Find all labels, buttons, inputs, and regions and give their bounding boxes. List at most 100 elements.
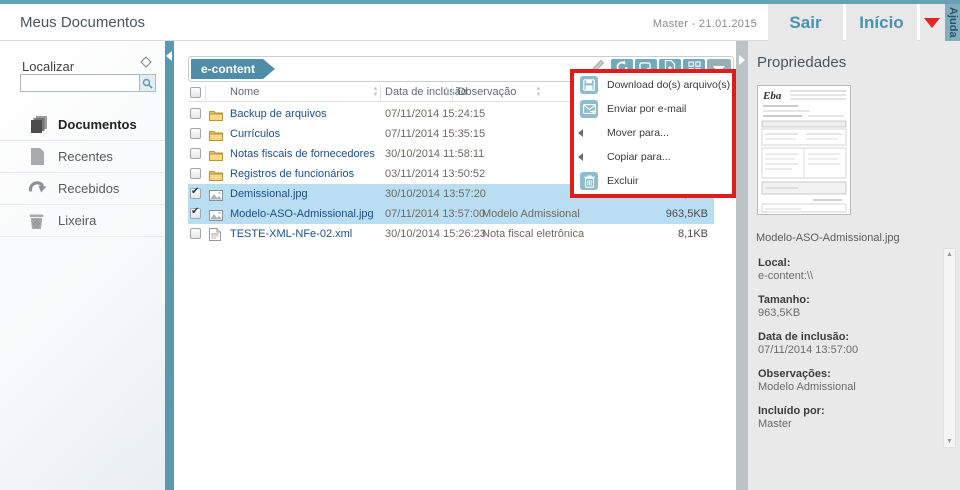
sidebar-item-label: Documentos (58, 109, 137, 141)
select-all-checkbox[interactable] (190, 87, 201, 98)
file-name-cell[interactable]: Modelo-ASO-Admissional.jpg (230, 204, 374, 224)
file-name-cell[interactable]: Registros de funcionários (230, 164, 354, 184)
property-value: 963,5KB (758, 307, 928, 319)
panel-divider[interactable] (736, 41, 748, 490)
property-label: Incluído por: (758, 405, 928, 418)
scroll-down-icon[interactable]: ▼ (944, 438, 955, 445)
checkmark-icon: ✔ (191, 186, 199, 197)
properties-filename: Modelo-ASO-Admissional.jpg (756, 232, 900, 244)
property-label: Data de inclusão: (758, 331, 928, 344)
file-date-cell: 30/10/2014 13:57:20 (385, 184, 486, 204)
magnifier-icon (142, 78, 153, 89)
file-date-cell: 07/11/2014 15:35:15 (385, 124, 485, 144)
scroll-up-icon[interactable]: ▲ (944, 251, 955, 258)
column-header-observacao[interactable]: Observação (457, 86, 516, 98)
sidebar-item-recentes[interactable]: Recentes (0, 141, 165, 173)
properties-title: Propriedades (757, 54, 846, 71)
header-divider (380, 85, 381, 100)
alert-dropdown-button[interactable] (920, 4, 945, 41)
context-menu-item-label: Enviar por e-mail (607, 97, 686, 121)
file-size-cell: 8,1KB (616, 224, 708, 244)
property-label: Observações: (758, 368, 928, 381)
row-checkbox[interactable] (190, 108, 201, 119)
context-menu-item-label: Excluir (607, 169, 639, 193)
documents-stack-icon (28, 115, 50, 135)
file-name-cell[interactable]: Backup de arquivos (230, 104, 327, 124)
sidebar-item-recebidos[interactable]: Recebidos (0, 173, 165, 205)
annotation-highlight-box: Download do(s) arquivo(s)Enviar por e-ma… (570, 69, 736, 198)
sidebar-item-label: Recebidos (58, 173, 119, 205)
page-title: Meus Documentos (20, 14, 145, 31)
property-label: Local: (758, 257, 928, 270)
breadcrumb-tab[interactable]: e-content (191, 59, 263, 79)
property-label: Tamanho: (758, 294, 928, 307)
search-label: Localizar (22, 59, 74, 74)
row-checkbox[interactable] (190, 148, 201, 159)
red-triangle-icon (924, 18, 940, 28)
context-menu-item-excluir[interactable]: Excluir (574, 169, 732, 193)
properties-fields: Local:e-content:\\ Tamanho:963,5KB Data de… (758, 257, 928, 442)
search-button[interactable] (139, 75, 155, 91)
table-row[interactable]: TESTE-XML-NFe-02.xml 30/10/2014 15:26:23N… (188, 224, 714, 244)
property-value: e-content:\\ (758, 270, 928, 282)
file-date-cell: 07/11/2014 13:57:00 (385, 204, 485, 224)
sidebar-item-lixeira[interactable]: Lixeira (0, 205, 165, 237)
file-name-cell[interactable]: Notas fiscais de fornecedores (230, 144, 375, 164)
row-checkbox[interactable]: ✔ (190, 208, 201, 219)
column-header-data[interactable]: Data de inclusão (385, 86, 467, 98)
property-field: Observações:Modelo Admissional (758, 368, 928, 393)
file-name-cell[interactable]: Currículos (230, 124, 280, 144)
context-menu-item-mover-para-[interactable]: Mover para... (574, 121, 732, 145)
context-menu-item-enviar-por-e-mail[interactable]: Enviar por e-mail (574, 97, 732, 121)
logout-button[interactable]: Sair (768, 4, 843, 41)
context-menu-item-copiar-para-[interactable]: Copiar para... (574, 145, 732, 169)
checkmark-icon: ✔ (191, 206, 199, 217)
column-header-nome[interactable]: Nome (230, 86, 259, 98)
app-window: Meus Documentos Master - 21.01.2015 Sair… (0, 0, 960, 490)
breadcrumb-label: e-content (201, 62, 255, 76)
file-name-cell[interactable]: TESTE-XML-NFe-02.xml (230, 224, 352, 244)
sidebar-item-documentos[interactable]: Documentos (0, 109, 165, 141)
submenu-left-arrow-icon (578, 153, 583, 161)
context-menu-item-label: Mover para... (607, 121, 669, 145)
table-row[interactable]: ✔ Modelo-ASO-Admissional.jpg 07/11/2014 13… (188, 204, 714, 224)
properties-scrollbar[interactable]: ▲ ▼ (943, 248, 956, 448)
context-menu-item-download-do-s-arquivo-s-[interactable]: Download do(s) arquivo(s) (574, 73, 732, 97)
home-button[interactable]: Início (846, 4, 917, 41)
submenu-left-arrow-icon (578, 129, 583, 137)
property-value: 07/11/2014 13:57:00 (758, 344, 928, 356)
expand-right-icon (739, 55, 745, 65)
sort-data-icon[interactable]: ▲▼ (442, 86, 451, 98)
row-checkbox[interactable] (190, 128, 201, 139)
file-size-cell: 963,5KB (616, 204, 708, 224)
document-preview: Eba (757, 85, 851, 215)
file-date-cell: 30/10/2014 15:26:23 (385, 224, 486, 244)
file-observation-cell: Modelo Admissional (482, 204, 580, 224)
sort-observacao-icon[interactable]: ▲▼ (534, 86, 543, 98)
recent-file-icon (28, 147, 50, 167)
properties-panel: Propriedades Eba (748, 41, 960, 490)
row-checkbox[interactable]: ✔ (190, 188, 201, 199)
context-menu-item-label: Copiar para... (607, 145, 671, 169)
tag-icon (138, 55, 154, 74)
file-name-cell[interactable]: Demissional.jpg (230, 184, 308, 204)
collapse-left-icon (166, 51, 172, 61)
property-value: Modelo Admissional (758, 381, 928, 393)
search-input[interactable] (21, 75, 139, 91)
property-field: Incluído por:Master (758, 405, 928, 430)
context-menu: Download do(s) arquivo(s)Enviar por e-ma… (574, 73, 732, 194)
sidebar-nav: DocumentosRecentesRecebidosLixeira (0, 109, 165, 237)
sort-nome-icon[interactable]: ▲▼ (371, 86, 380, 98)
trash-basket-icon (28, 211, 50, 231)
file-observation-cell: Nota fiscal eletrônica (482, 224, 584, 244)
row-checkbox[interactable] (190, 228, 201, 239)
help-tab[interactable]: Ajuda (945, 4, 960, 41)
save-disk-icon (580, 76, 598, 94)
row-checkbox[interactable] (190, 168, 201, 179)
svg-text:Eba: Eba (762, 90, 782, 102)
sidebar-collapse-strip[interactable] (165, 41, 174, 490)
sidebar-item-label: Lixeira (58, 205, 96, 237)
header-divider (205, 85, 206, 100)
received-arrow-icon (28, 179, 50, 199)
sidebar: Localizar DocumentosRecentesRecebidosLix… (0, 41, 165, 490)
